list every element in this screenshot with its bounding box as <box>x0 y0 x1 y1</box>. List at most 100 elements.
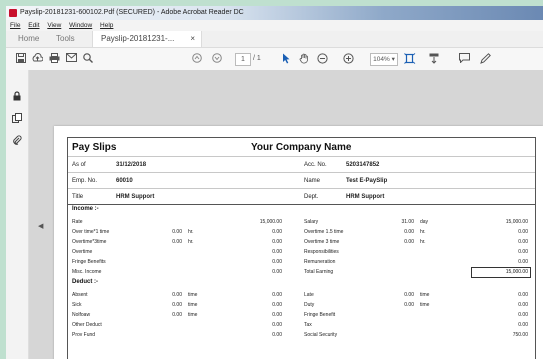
pages-icon[interactable] <box>12 110 22 123</box>
table-row: Prov Fund 0.00 Social Security 750.00 <box>68 330 535 340</box>
row-amount: 0.00 <box>518 322 528 328</box>
row-amount: 0.00 <box>272 269 282 275</box>
table-row: Nolfoaw 0.00 time 0.00 Fringe Benefit 0.… <box>68 310 535 320</box>
toolbar: 1 / 1 104% ▾ <box>6 48 543 71</box>
row-label: Overtime*3time <box>72 239 107 245</box>
row-label: Over time*1 time <box>72 229 110 235</box>
row-label: Salary <box>304 219 319 225</box>
row-label: Duty <box>304 302 315 308</box>
save-icon[interactable] <box>16 53 26 65</box>
menu-window[interactable]: Window <box>69 22 92 29</box>
hand-icon[interactable] <box>299 53 309 65</box>
menu-file[interactable]: File <box>10 22 20 29</box>
table-row: Overtime 0.00 Responsibilities 0.00 <box>68 247 535 257</box>
row-unit: hr. <box>188 229 194 235</box>
section-divider <box>68 204 535 205</box>
close-tab-icon[interactable]: × <box>190 31 195 47</box>
table-row: Absent 0.00 time 0.00 Late 0.00 time 0.0… <box>68 290 535 300</box>
row-label: Misc. Income <box>72 269 102 275</box>
header-value: HRM Support <box>346 194 385 200</box>
row-unit: day <box>420 219 429 225</box>
tab-home[interactable]: Home <box>18 31 39 47</box>
zoom-select[interactable]: 104% ▾ <box>370 53 398 66</box>
row-amount: 0.00 <box>272 322 282 328</box>
menu-bar: File Edit View Window Help <box>6 20 543 31</box>
zoom-in-icon[interactable] <box>343 53 354 65</box>
tab-document[interactable]: Payslip-20181231-... × <box>92 31 202 47</box>
header-value: Test E-PaySlip <box>346 178 388 184</box>
row-label: Other Deduct <box>72 322 102 328</box>
table-row: Fringe Benefits 0.00 Remuneration 0.00 <box>68 257 535 267</box>
header-value: 31/12/2018 <box>116 162 147 168</box>
header-row: Emp. No. 60010 Name Test E-PaySlip <box>68 172 535 189</box>
next-page-icon[interactable] <box>212 53 222 65</box>
company-name: Your Company Name <box>251 142 352 153</box>
row-amount: 0.00 <box>272 249 282 255</box>
print-icon[interactable] <box>49 53 60 65</box>
row-unit: time <box>420 302 430 308</box>
row-amount: 15,000.00 <box>505 219 528 225</box>
row-unit: time <box>188 292 198 298</box>
table-row: Sick 0.00 time 0.00 Duty 0.00 time 0.00 <box>68 300 535 310</box>
income-section-label: Income :- <box>72 206 99 212</box>
page-total: / 1 <box>253 55 261 62</box>
pen-icon[interactable] <box>480 53 491 65</box>
header-row: Title HRM Support Dept. HRM Support <box>68 188 535 205</box>
row-label: Absent <box>72 292 88 298</box>
row-qty: 31.00 <box>401 219 414 225</box>
row-amount: 0.00 <box>518 239 528 245</box>
zoom-out-icon[interactable] <box>317 53 328 65</box>
tab-tools[interactable]: Tools <box>56 31 75 47</box>
lock-icon[interactable] <box>12 88 22 101</box>
table-row: Overtime*3time 0.00 hr. 0.00 Overtime 3 … <box>68 237 535 247</box>
row-unit: hr. <box>420 239 426 245</box>
zoom-value: 104% <box>373 56 390 63</box>
row-qty: 0.00 <box>404 292 414 298</box>
row-unit: time <box>188 302 198 308</box>
page-number-input[interactable]: 1 <box>235 53 251 66</box>
table-row: Over time*1 time 0.00 hr. 0.00 Overtime … <box>68 227 535 237</box>
row-qty: 0.00 <box>172 292 182 298</box>
collapse-arrow-icon[interactable]: ◀ <box>38 222 43 230</box>
header-value: 60010 <box>116 178 133 184</box>
row-label: Rate <box>72 219 83 225</box>
row-label: Tax <box>304 322 312 328</box>
row-label: Overtime 3 time <box>304 239 340 245</box>
row-label: Social Security <box>304 332 338 338</box>
acrobat-app-icon <box>9 9 17 17</box>
left-sidebar <box>6 70 29 359</box>
row-label: Remuneration <box>304 259 336 265</box>
menu-edit[interactable]: Edit <box>28 22 39 29</box>
select-cursor-icon[interactable] <box>282 53 290 65</box>
row-label: Responsibilities <box>304 249 339 255</box>
row-label: Fringe Benefits <box>72 259 106 265</box>
tab-bar: Home Tools Payslip-20181231-... × <box>6 31 543 48</box>
upload-icon[interactable] <box>32 53 43 65</box>
email-icon[interactable] <box>66 53 77 65</box>
menu-help[interactable]: Help <box>100 22 113 29</box>
payslip-frame: Pay Slips Your Company Name As of 31/12/… <box>67 137 536 359</box>
fit-page-icon[interactable] <box>404 53 416 65</box>
row-amount: 0.00 <box>272 302 282 308</box>
row-amount: 0.00 <box>272 229 282 235</box>
table-row: Other Deduct 0.00 Tax 0.00 <box>68 320 535 330</box>
row-qty: 0.00 <box>404 302 414 308</box>
total-earning-box: 15,000.00 <box>471 267 531 278</box>
attachment-icon[interactable] <box>12 132 22 145</box>
row-label: Overtime 1.5 time <box>304 229 344 235</box>
scroll-mode-icon[interactable] <box>429 53 439 65</box>
tab-document-label: Payslip-20181231-... <box>101 34 175 43</box>
row-qty: 0.00 <box>172 229 182 235</box>
row-label: Fringe Benefit <box>304 312 336 318</box>
search-icon[interactable] <box>83 53 93 65</box>
table-row: Rate 15,000.00 Salary 31.00 day 15,000.0… <box>68 217 535 227</box>
header-label: Acc. No. <box>304 162 327 168</box>
row-unit: hr. <box>188 239 194 245</box>
row-amount: 0.00 <box>518 292 528 298</box>
menu-view[interactable]: View <box>47 22 61 29</box>
row-unit: hr. <box>420 229 426 235</box>
comment-icon[interactable] <box>459 53 470 65</box>
prev-page-icon[interactable] <box>192 53 202 65</box>
row-amount: 0.00 <box>272 312 282 318</box>
row-amount: 0.00 <box>518 259 528 265</box>
